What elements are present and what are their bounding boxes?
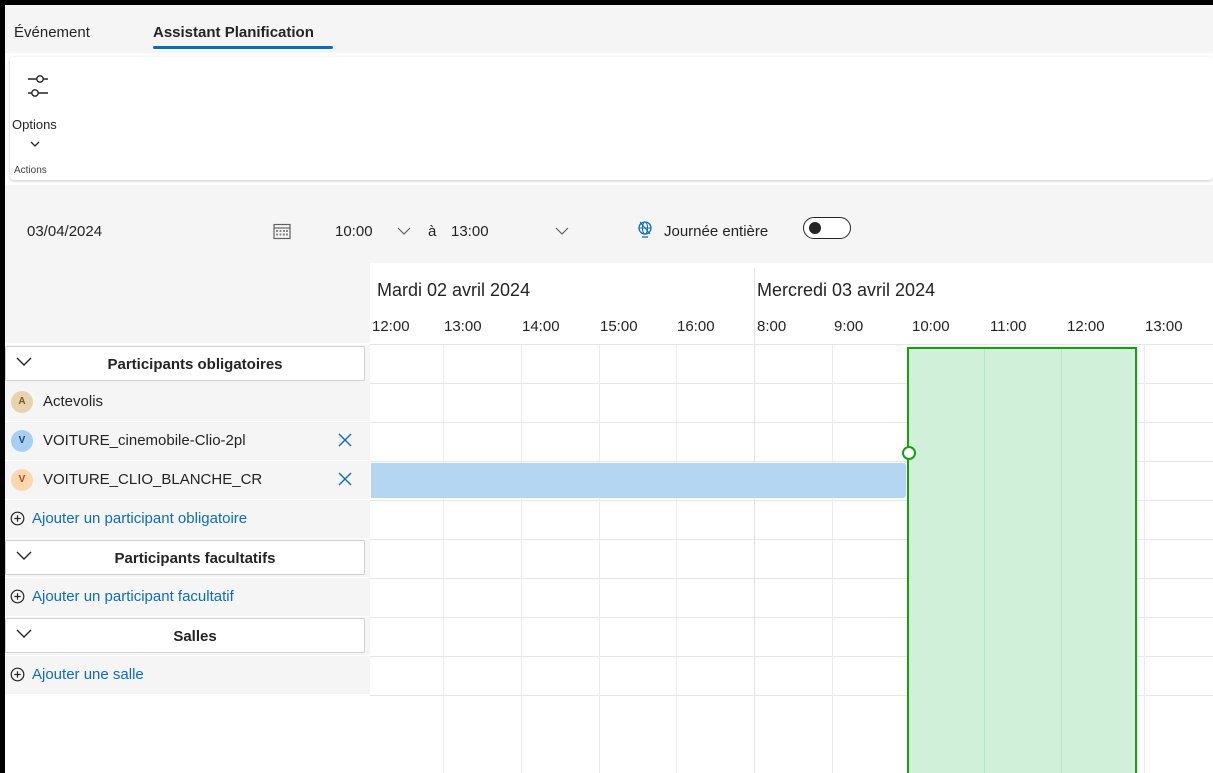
grid-line: [521, 345, 522, 773]
scheduling-grid: Participants obligatoires A Actevolis V …: [5, 263, 1213, 773]
add-circle-icon: [10, 667, 25, 682]
grid-line: [984, 349, 985, 773]
hour-label: 15:00: [600, 318, 638, 335]
hour-label: 11:00: [990, 318, 1027, 335]
ribbon: Options Actions: [10, 57, 1213, 180]
tab-event[interactable]: Événement: [14, 24, 90, 41]
end-time-field[interactable]: 13:00: [451, 223, 489, 240]
to-label: à: [428, 223, 437, 240]
day-header: Mardi 02 avril 2024: [377, 280, 531, 300]
hour-label: 10:00: [912, 318, 950, 335]
options-label: Options: [12, 117, 57, 132]
meeting-time-selection[interactable]: [902, 347, 1137, 773]
optional-section-title: Participants facultatifs: [114, 550, 276, 567]
hour-label: 12:00: [1067, 318, 1105, 335]
calendar-icon[interactable]: [273, 223, 291, 240]
all-day-toggle[interactable]: [803, 217, 851, 239]
avatar: A: [11, 391, 33, 413]
options-button[interactable]: Options: [12, 65, 66, 155]
required-section-header[interactable]: Participants obligatoires: [5, 346, 365, 381]
add-room-label: Ajouter une salle: [32, 666, 144, 683]
hour-label: 9:00: [834, 318, 864, 335]
add-circle-icon: [10, 589, 25, 604]
grid-line: [676, 345, 677, 773]
add-optional-label: Ajouter un participant facultatif: [32, 588, 234, 605]
grid-line: [832, 345, 833, 773]
required-section-title: Participants obligatoires: [107, 356, 283, 373]
grid-line: [370, 344, 1213, 345]
selection-resize-handle[interactable]: [902, 446, 916, 460]
attendee-row[interactable]: V VOITURE_cinemobile-Clio-2pl: [5, 422, 370, 460]
tab-bar: Événement Assistant Planification: [5, 5, 1213, 53]
chevron-down-icon: [30, 141, 40, 147]
grid-line: [1144, 345, 1145, 773]
toggle-knob: [809, 222, 821, 234]
hour-label: 13:00: [444, 318, 482, 335]
hour-label: 13:00: [1145, 318, 1183, 335]
chevron-down-icon[interactable]: [397, 227, 411, 236]
add-required-label: Ajouter un participant obligatoire: [32, 510, 248, 527]
remove-icon[interactable]: [335, 430, 355, 450]
date-field[interactable]: 03/04/2024: [27, 223, 102, 240]
optional-section-header[interactable]: Participants facultatifs: [5, 540, 365, 575]
busy-block[interactable]: [371, 463, 906, 498]
avatar: V: [11, 469, 33, 491]
tab-scheduling-assistant[interactable]: Assistant Planification: [153, 24, 314, 41]
chevron-down-icon[interactable]: [555, 227, 569, 236]
grid-line: [599, 345, 600, 773]
remove-icon[interactable]: [335, 469, 355, 489]
optional-section-row: Participants facultatifs: [5, 539, 370, 577]
rooms-section-title: Salles: [173, 628, 217, 645]
grid-line: [1061, 349, 1062, 773]
attendee-row[interactable]: A Actevolis: [5, 383, 370, 421]
attendee-row[interactable]: V VOITURE_CLIO_BLANCHE_CR: [5, 461, 370, 499]
attendee-name: VOITURE_cinemobile-Clio-2pl: [43, 432, 246, 449]
scheduling-window: Événement Assistant Planification Option…: [5, 5, 1213, 773]
hour-label: 12:00: [372, 318, 410, 335]
attendee-column: Participants obligatoires A Actevolis V …: [5, 263, 370, 773]
add-required-attendee[interactable]: Ajouter un participant obligatoire: [5, 500, 370, 538]
sliders-icon: [28, 75, 48, 97]
rooms-section-row: Salles: [5, 617, 370, 655]
attendee-column-header: [5, 263, 370, 343]
attendee-name: VOITURE_CLIO_BLANCHE_CR: [43, 471, 263, 488]
start-time-field[interactable]: 10:00: [335, 223, 373, 240]
actions-group-label: Actions: [14, 165, 47, 176]
avatar: V: [11, 430, 33, 452]
day-header: Mercredi 03 avril 2024: [757, 280, 936, 300]
date-time-bar: 03/04/2024 10:00 à 13:00 Journée entière: [5, 185, 1213, 263]
add-optional-attendee[interactable]: Ajouter un participant facultatif: [5, 578, 370, 616]
attendee-name: Actevolis: [43, 393, 104, 410]
timeline[interactable]: Mardi 02 avril 2024 Mercredi 03 avril 20…: [370, 263, 1213, 773]
hour-label: 14:00: [522, 318, 560, 335]
all-day-label: Journée entière: [664, 223, 769, 240]
required-section-row: Participants obligatoires: [5, 345, 370, 383]
add-circle-icon: [10, 511, 25, 526]
timezone-icon[interactable]: [636, 220, 654, 240]
add-room[interactable]: Ajouter une salle: [5, 656, 370, 694]
active-tab-indicator: [153, 46, 333, 49]
day-divider: [754, 268, 755, 773]
hour-label: 8:00: [757, 318, 787, 335]
rooms-section-header[interactable]: Salles: [5, 618, 365, 653]
hour-label: 16:00: [677, 318, 715, 335]
grid-line: [443, 345, 444, 773]
